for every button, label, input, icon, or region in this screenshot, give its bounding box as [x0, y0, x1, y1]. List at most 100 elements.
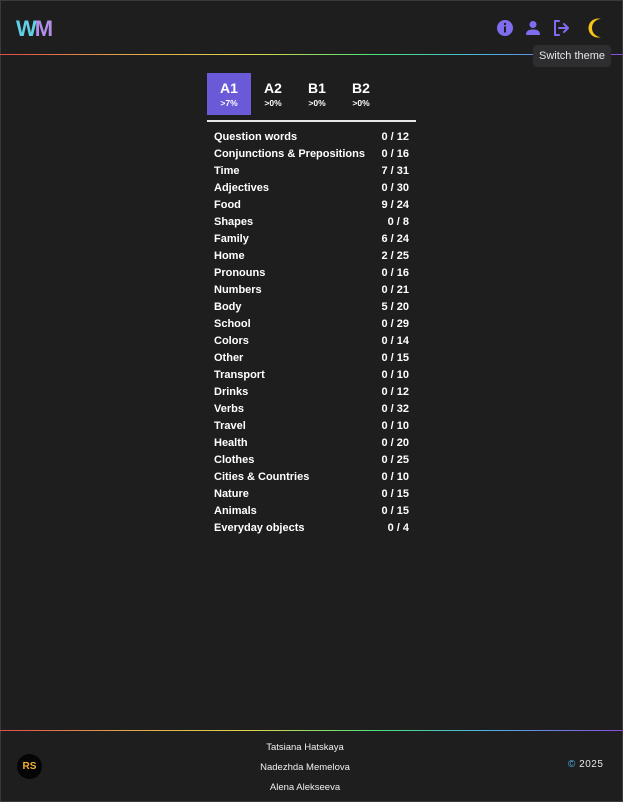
category-item[interactable]: Shapes 0 / 8: [207, 214, 416, 231]
category-item[interactable]: Transport 0 / 10: [207, 367, 416, 384]
logout-icon[interactable]: [550, 17, 572, 39]
category-name: Nature: [214, 488, 249, 500]
category-item[interactable]: Numbers 0 / 21: [207, 282, 416, 299]
category-item[interactable]: Other 0 / 15: [207, 350, 416, 367]
category-count: 0 / 29: [381, 318, 409, 330]
tab-level-label: A1: [220, 80, 238, 96]
author-link[interactable]: Tatsiana Hatskaya: [205, 738, 405, 758]
category-item[interactable]: Body 5 / 20: [207, 299, 416, 316]
category-name: Health: [214, 437, 248, 449]
category-name: Drinks: [214, 386, 249, 398]
copyright: © 2025: [568, 759, 603, 770]
tab-level-a2[interactable]: A2 >0%: [251, 73, 295, 115]
user-icon[interactable]: [522, 17, 544, 39]
tab-level-a1[interactable]: A1 >7%: [207, 73, 251, 115]
app-logo[interactable]: WM: [16, 16, 53, 42]
category-name: Family: [214, 233, 249, 245]
category-item[interactable]: Verbs 0 / 32: [207, 401, 416, 418]
category-count: 0 / 21: [381, 284, 409, 296]
category-item[interactable]: Nature 0 / 15: [207, 486, 416, 503]
category-count: 0 / 12: [381, 131, 409, 143]
category-item[interactable]: Food 9 / 24: [207, 197, 416, 214]
category-count: 0 / 4: [387, 522, 409, 534]
tab-level-b2[interactable]: B2 >0%: [339, 73, 383, 115]
category-item[interactable]: Everyday objects 0 / 4: [207, 520, 416, 537]
category-name: Food: [214, 199, 241, 211]
category-item[interactable]: Colors 0 / 14: [207, 333, 416, 350]
info-icon[interactable]: [494, 17, 516, 39]
app-header: WM: [0, 0, 623, 56]
category-name: Cities & Countries: [214, 471, 310, 483]
category-name: Question words: [214, 131, 298, 143]
category-item[interactable]: Family 6 / 24: [207, 231, 416, 248]
category-name: Verbs: [214, 403, 244, 415]
moon-icon[interactable]: [586, 16, 610, 40]
tab-level-label: B1: [308, 80, 326, 96]
logo-letter-w: W: [16, 16, 37, 41]
category-item[interactable]: Animals 0 / 15: [207, 503, 416, 520]
category-item[interactable]: Cities & Countries 0 / 10: [207, 469, 416, 486]
copyright-year: 2025: [579, 759, 604, 770]
category-item[interactable]: Time 7 / 31: [207, 163, 416, 180]
category-count: 0 / 8: [387, 216, 409, 228]
category-name: Body: [214, 301, 242, 313]
category-name: Home: [214, 250, 245, 262]
category-name: Time: [214, 165, 240, 177]
rs-school-logo[interactable]: RS: [17, 754, 42, 779]
category-item[interactable]: Adjectives 0 / 30: [207, 180, 416, 197]
category-count: 0 / 10: [381, 369, 409, 381]
category-count: 2 / 25: [381, 250, 409, 262]
category-item[interactable]: Question words 0 / 12: [207, 129, 416, 146]
category-item[interactable]: Drinks 0 / 12: [207, 384, 416, 401]
category-name: School: [214, 318, 251, 330]
category-name: Numbers: [214, 284, 262, 296]
copyright-symbol: ©: [568, 759, 576, 770]
logo-letter-m: M: [34, 16, 53, 41]
category-name: Pronouns: [214, 267, 266, 279]
author-link[interactable]: Alena Alekseeva: [205, 778, 405, 798]
tab-level-progress: >7%: [220, 98, 238, 108]
tab-level-progress: >0%: [352, 98, 370, 108]
category-count: 0 / 15: [381, 352, 409, 364]
category-name: Shapes: [214, 216, 254, 228]
tab-level-label: B2: [352, 80, 370, 96]
category-item[interactable]: Home 2 / 25: [207, 248, 416, 265]
category-item[interactable]: Conjunctions & Prepositions 0 / 16: [207, 146, 416, 163]
category-count: 0 / 14: [381, 335, 409, 347]
category-name: Adjectives: [214, 182, 270, 194]
category-item[interactable]: Clothes 0 / 25: [207, 452, 416, 469]
switch-theme-tooltip: Switch theme: [533, 45, 611, 67]
category-name: Clothes: [214, 454, 255, 466]
category-name: Travel: [214, 420, 246, 432]
category-item[interactable]: School 0 / 29: [207, 316, 416, 333]
category-name: Conjunctions & Prepositions: [214, 148, 365, 160]
category-list: Question words 0 / 12 Conjunctions & Prep…: [207, 129, 416, 537]
category-count: 7 / 31: [381, 165, 409, 177]
category-count: 5 / 20: [381, 301, 409, 313]
tab-level-b1[interactable]: B1 >0%: [295, 73, 339, 115]
category-item[interactable]: Pronouns 0 / 16: [207, 265, 416, 282]
category-item[interactable]: Travel 0 / 10: [207, 418, 416, 435]
category-count: 0 / 15: [381, 488, 409, 500]
category-count: 0 / 10: [381, 420, 409, 432]
author-link[interactable]: Nadezhda Memelova: [205, 758, 405, 778]
category-count: 0 / 16: [381, 148, 409, 160]
category-name: Other: [214, 352, 244, 364]
category-name: Colors: [214, 335, 249, 347]
tab-level-progress: >0%: [308, 98, 326, 108]
category-name: Transport: [214, 369, 265, 381]
category-count: 0 / 16: [381, 267, 409, 279]
tab-level-progress: >0%: [264, 98, 282, 108]
category-name: Animals: [214, 505, 257, 517]
category-item[interactable]: Health 0 / 20: [207, 435, 416, 452]
category-count: 0 / 12: [381, 386, 409, 398]
category-count: 0 / 10: [381, 471, 409, 483]
footer-divider: [0, 730, 623, 731]
category-count: 0 / 32: [381, 403, 409, 415]
category-name: Everyday objects: [214, 522, 305, 534]
level-tabs: A1 >7% A2 >0% B1 >0% B2 >0%: [207, 73, 416, 122]
category-count: 0 / 25: [381, 454, 409, 466]
category-count: 0 / 15: [381, 505, 409, 517]
category-count: 9 / 24: [381, 199, 409, 211]
category-count: 6 / 24: [381, 233, 409, 245]
